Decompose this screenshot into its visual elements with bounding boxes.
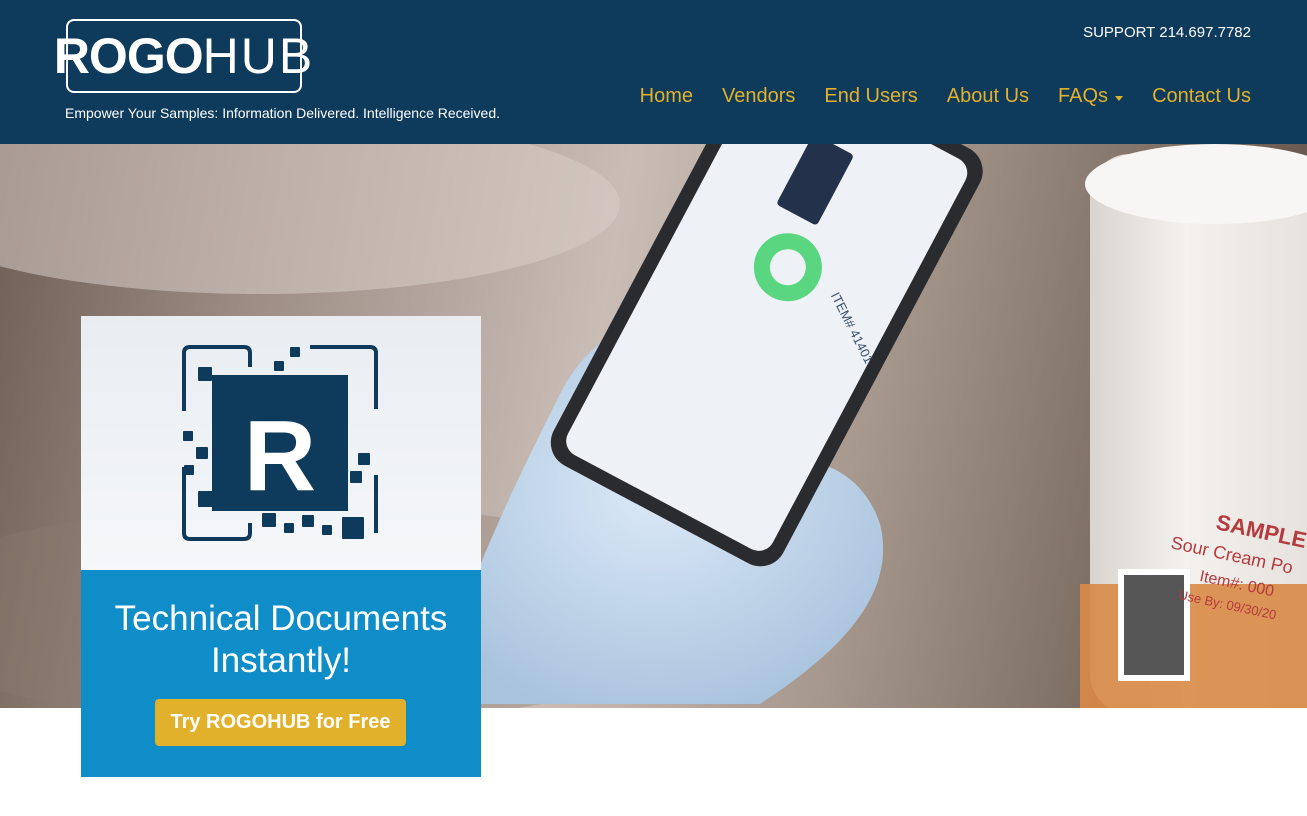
logo-text-rogo: ROGO xyxy=(53,28,204,84)
nav-about-us[interactable]: About Us xyxy=(947,85,1029,108)
card-logo-area: R xyxy=(81,316,481,570)
nav-faqs-label: FAQs xyxy=(1058,85,1109,107)
rogohub-r-logo-icon: R xyxy=(182,345,378,541)
chevron-down-icon xyxy=(1115,95,1124,101)
support-phone[interactable]: SUPPORT 214.697.7782 xyxy=(1083,24,1251,41)
card-cta-area: Technical Documents Instantly! Try ROGOH… xyxy=(81,570,481,777)
nav-end-users[interactable]: End Users xyxy=(824,85,917,108)
nav-home[interactable]: Home xyxy=(640,85,693,108)
nav-vendors[interactable]: Vendors xyxy=(722,85,795,108)
sample-jar xyxy=(1080,144,1307,708)
main-nav: Home Vendors End Users About Us FAQs Con… xyxy=(640,85,1251,108)
site-header: ROGO HUB Empower Your Samples: Informatio… xyxy=(0,0,1307,144)
logo-r-letter: R xyxy=(244,400,316,512)
rogohub-logo[interactable]: ROGO HUB xyxy=(54,19,312,93)
logo-text-hub: HUB xyxy=(202,28,315,84)
card-heading-line2: Instantly! xyxy=(210,641,352,680)
nav-contact-us[interactable]: Contact Us xyxy=(1152,85,1251,108)
nav-faqs[interactable]: FAQs xyxy=(1058,85,1124,108)
try-free-button[interactable]: Try ROGOHUB for Free xyxy=(155,699,406,746)
promo-card: R Technical Documents Instantly! Try ROG… xyxy=(81,316,481,777)
site-tagline: Empower Your Samples: Information Delive… xyxy=(65,105,501,121)
card-heading: Technical Documents Instantly! xyxy=(91,598,471,682)
card-heading-line1: Technical Documents xyxy=(114,599,448,638)
